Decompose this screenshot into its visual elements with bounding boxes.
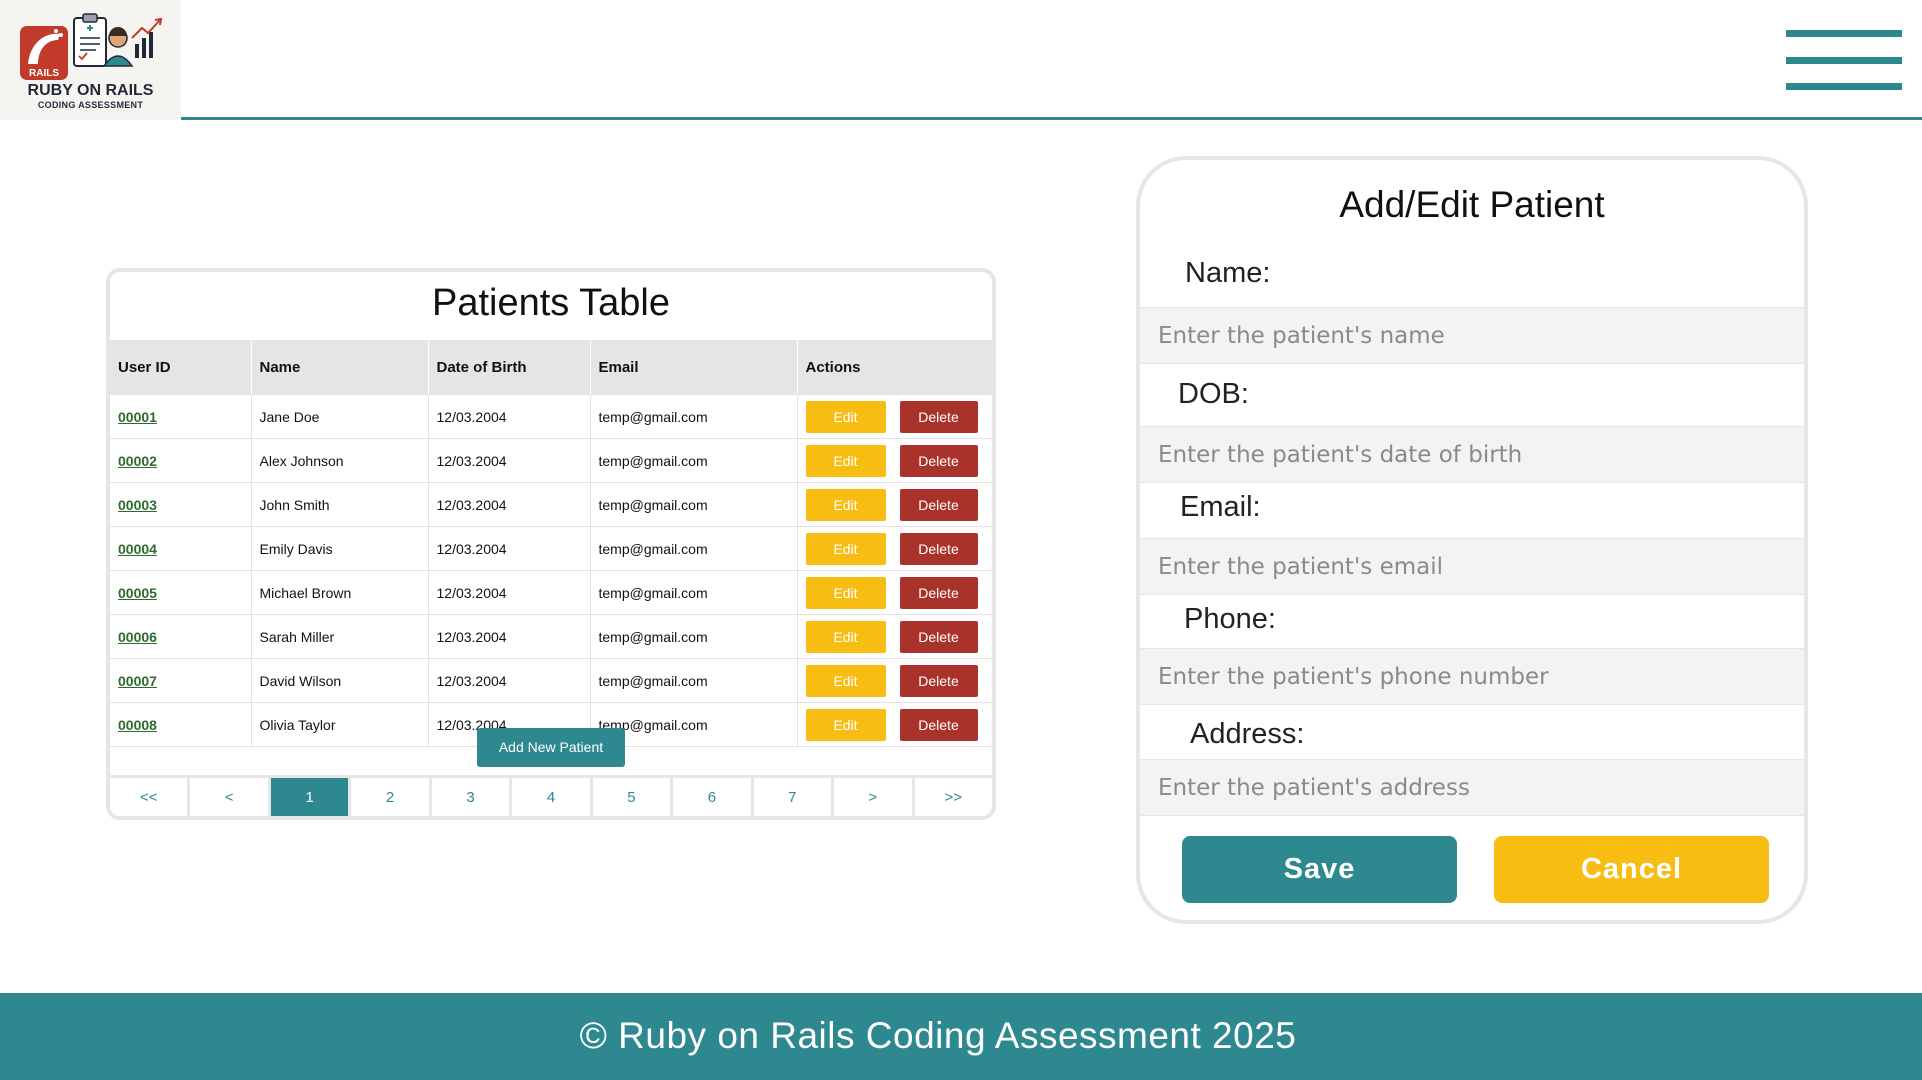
pagination-item[interactable]: 3 bbox=[431, 775, 513, 816]
pagination-item[interactable]: 5 bbox=[592, 775, 674, 816]
user-id-link[interactable]: 00002 bbox=[118, 453, 157, 469]
edit-button[interactable]: Edit bbox=[805, 620, 886, 653]
user-id-link[interactable]: 00003 bbox=[118, 497, 157, 513]
pagination-item[interactable]: 7 bbox=[753, 775, 835, 816]
patient-name-cell: Alex Johnson bbox=[250, 438, 428, 483]
phone-input[interactable] bbox=[1140, 648, 1804, 705]
col-header-email: Email bbox=[589, 340, 797, 395]
cancel-button[interactable]: Cancel bbox=[1494, 836, 1769, 903]
address-input[interactable] bbox=[1140, 759, 1804, 816]
patient-email-cell: temp@gmail.com bbox=[589, 614, 797, 659]
table-title: Patients Table bbox=[431, 282, 671, 324]
patient-dob-cell: 12/03.2004 bbox=[427, 658, 590, 703]
table-row: 00001 Jane Doe 12/03.2004 temp@gmail.com Edi… bbox=[110, 395, 992, 439]
footer: © Ruby on Rails Coding Assessment 2025 bbox=[0, 993, 1922, 1080]
pagination-item[interactable]: < bbox=[190, 775, 271, 816]
user-id-link[interactable]: 00004 bbox=[118, 541, 157, 557]
name-label: Name: bbox=[1185, 257, 1271, 289]
patient-dob-cell: 12/03.2004 bbox=[427, 570, 590, 615]
pagination-item[interactable]: 4 bbox=[512, 775, 593, 816]
table-header-row: User ID Name Date of Birth Email Actions bbox=[110, 340, 992, 395]
patient-name-cell: Sarah Miller bbox=[250, 614, 428, 659]
patient-dob-cell: 12/03.2004 bbox=[427, 482, 590, 527]
pagination-item[interactable]: >> bbox=[914, 775, 992, 816]
patients-table: User ID Name Date of Birth Email Actions… bbox=[110, 340, 992, 747]
pagination-item[interactable]: 6 bbox=[673, 775, 754, 816]
patient-name-cell: Jane Doe bbox=[250, 395, 428, 439]
patient-form-card: Add/Edit Patient Name: DOB: Email: Phone… bbox=[1136, 156, 1808, 924]
footer-text: © Ruby on Rails Coding Assessment 2025 bbox=[579, 1015, 1297, 1056]
col-header-name: Name bbox=[250, 340, 428, 395]
patient-email-cell: temp@gmail.com bbox=[589, 658, 797, 703]
email-input[interactable] bbox=[1140, 538, 1804, 595]
menu-icon[interactable] bbox=[1780, 30, 1902, 92]
user-id-link[interactable]: 00005 bbox=[118, 585, 157, 601]
save-button[interactable]: Save bbox=[1182, 836, 1457, 903]
patient-name-cell: Emily Davis bbox=[250, 526, 428, 571]
email-label: Email: bbox=[1180, 491, 1261, 523]
patient-dob-cell: 12/03.2004 bbox=[427, 526, 590, 571]
dob-label: DOB: bbox=[1178, 378, 1249, 410]
ruby-rails-logo-icon: RAILS bbox=[20, 13, 163, 80]
delete-button[interactable]: Delete bbox=[899, 664, 978, 697]
patient-name-cell: John Smith bbox=[250, 482, 428, 527]
edit-button[interactable]: Edit bbox=[805, 488, 886, 521]
table-row: 00003 John Smith 12/03.2004 temp@gmail.com E… bbox=[110, 482, 992, 527]
pagination-item[interactable]: << bbox=[110, 775, 191, 816]
table-row: 00006 Sarah Miller 12/03.2004 temp@gmail.co… bbox=[110, 614, 992, 659]
col-header-user-id: User ID bbox=[110, 340, 251, 395]
delete-button[interactable]: Delete bbox=[899, 400, 978, 433]
delete-button[interactable]: Delete bbox=[899, 532, 978, 565]
patient-email-cell: temp@gmail.com bbox=[589, 526, 797, 571]
user-id-link[interactable]: 00001 bbox=[118, 409, 157, 425]
edit-button[interactable]: Edit bbox=[805, 400, 886, 433]
pagination-item[interactable]: > bbox=[834, 775, 915, 816]
address-label: Address: bbox=[1190, 718, 1305, 750]
table-row: 00002 Alex Johnson 12/03.2004 temp@gmail.co… bbox=[110, 438, 992, 483]
patient-name-cell: David Wilson bbox=[250, 658, 428, 703]
col-header-actions: Actions bbox=[796, 340, 992, 395]
edit-button[interactable]: Edit bbox=[805, 664, 886, 697]
patient-email-cell: temp@gmail.com bbox=[589, 438, 797, 483]
logo-subtitle: CODING ASSESSMENT bbox=[37, 100, 144, 110]
table-row: 00007 David Wilson 12/03.2004 temp@gmail.co… bbox=[110, 658, 992, 703]
patient-email-cell: temp@gmail.com bbox=[589, 395, 797, 439]
user-id-link[interactable]: 00007 bbox=[118, 673, 157, 689]
patient-dob-cell: 12/03.2004 bbox=[427, 438, 590, 483]
form-title: Add/Edit Patient bbox=[1339, 184, 1605, 225]
patients-table-card: Patients Table User ID Name Date of Birt… bbox=[106, 268, 996, 820]
top-header: RAILS RUBY ON RAILS CODING ASSESSMENT bbox=[0, 0, 1922, 120]
delete-button[interactable]: Delete bbox=[899, 488, 978, 521]
edit-button[interactable]: Edit bbox=[805, 532, 886, 565]
col-header-dob: Date of Birth bbox=[427, 340, 590, 395]
edit-button[interactable]: Edit bbox=[805, 576, 886, 609]
svg-text:RAILS: RAILS bbox=[29, 68, 59, 79]
patient-name-cell: Michael Brown bbox=[250, 570, 428, 615]
table-row: 00005 Michael Brown 12/03.2004 temp@gmail.c… bbox=[110, 570, 992, 615]
patient-dob-cell: 12/03.2004 bbox=[427, 614, 590, 659]
pagination-item[interactable]: 1 bbox=[270, 775, 352, 816]
app-logo[interactable]: RAILS RUBY ON RAILS CODING ASSESSMENT bbox=[0, 0, 181, 120]
pagination-item[interactable]: 2 bbox=[351, 775, 432, 816]
patient-dob-cell: 12/03.2004 bbox=[427, 395, 590, 439]
name-input[interactable] bbox=[1140, 307, 1804, 364]
pagination: << <1 2 3 4 5 6 7 > >> bbox=[110, 775, 992, 816]
edit-button[interactable]: Edit bbox=[805, 444, 886, 477]
delete-button[interactable]: Delete bbox=[899, 620, 978, 653]
user-id-link[interactable]: 00006 bbox=[118, 629, 157, 645]
dob-input[interactable] bbox=[1140, 426, 1804, 483]
phone-label: Phone: bbox=[1184, 603, 1276, 635]
delete-button[interactable]: Delete bbox=[899, 576, 978, 609]
delete-button[interactable]: Delete bbox=[899, 444, 978, 477]
add-new-patient-button[interactable]: Add New Patient bbox=[477, 728, 625, 767]
table-row: 00004 Emily Davis 12/03.2004 temp@gmail.com… bbox=[110, 526, 992, 571]
logo-title: RUBY ON RAILS bbox=[27, 82, 154, 99]
patient-email-cell: temp@gmail.com bbox=[589, 482, 797, 527]
patient-email-cell: temp@gmail.com bbox=[589, 570, 797, 615]
